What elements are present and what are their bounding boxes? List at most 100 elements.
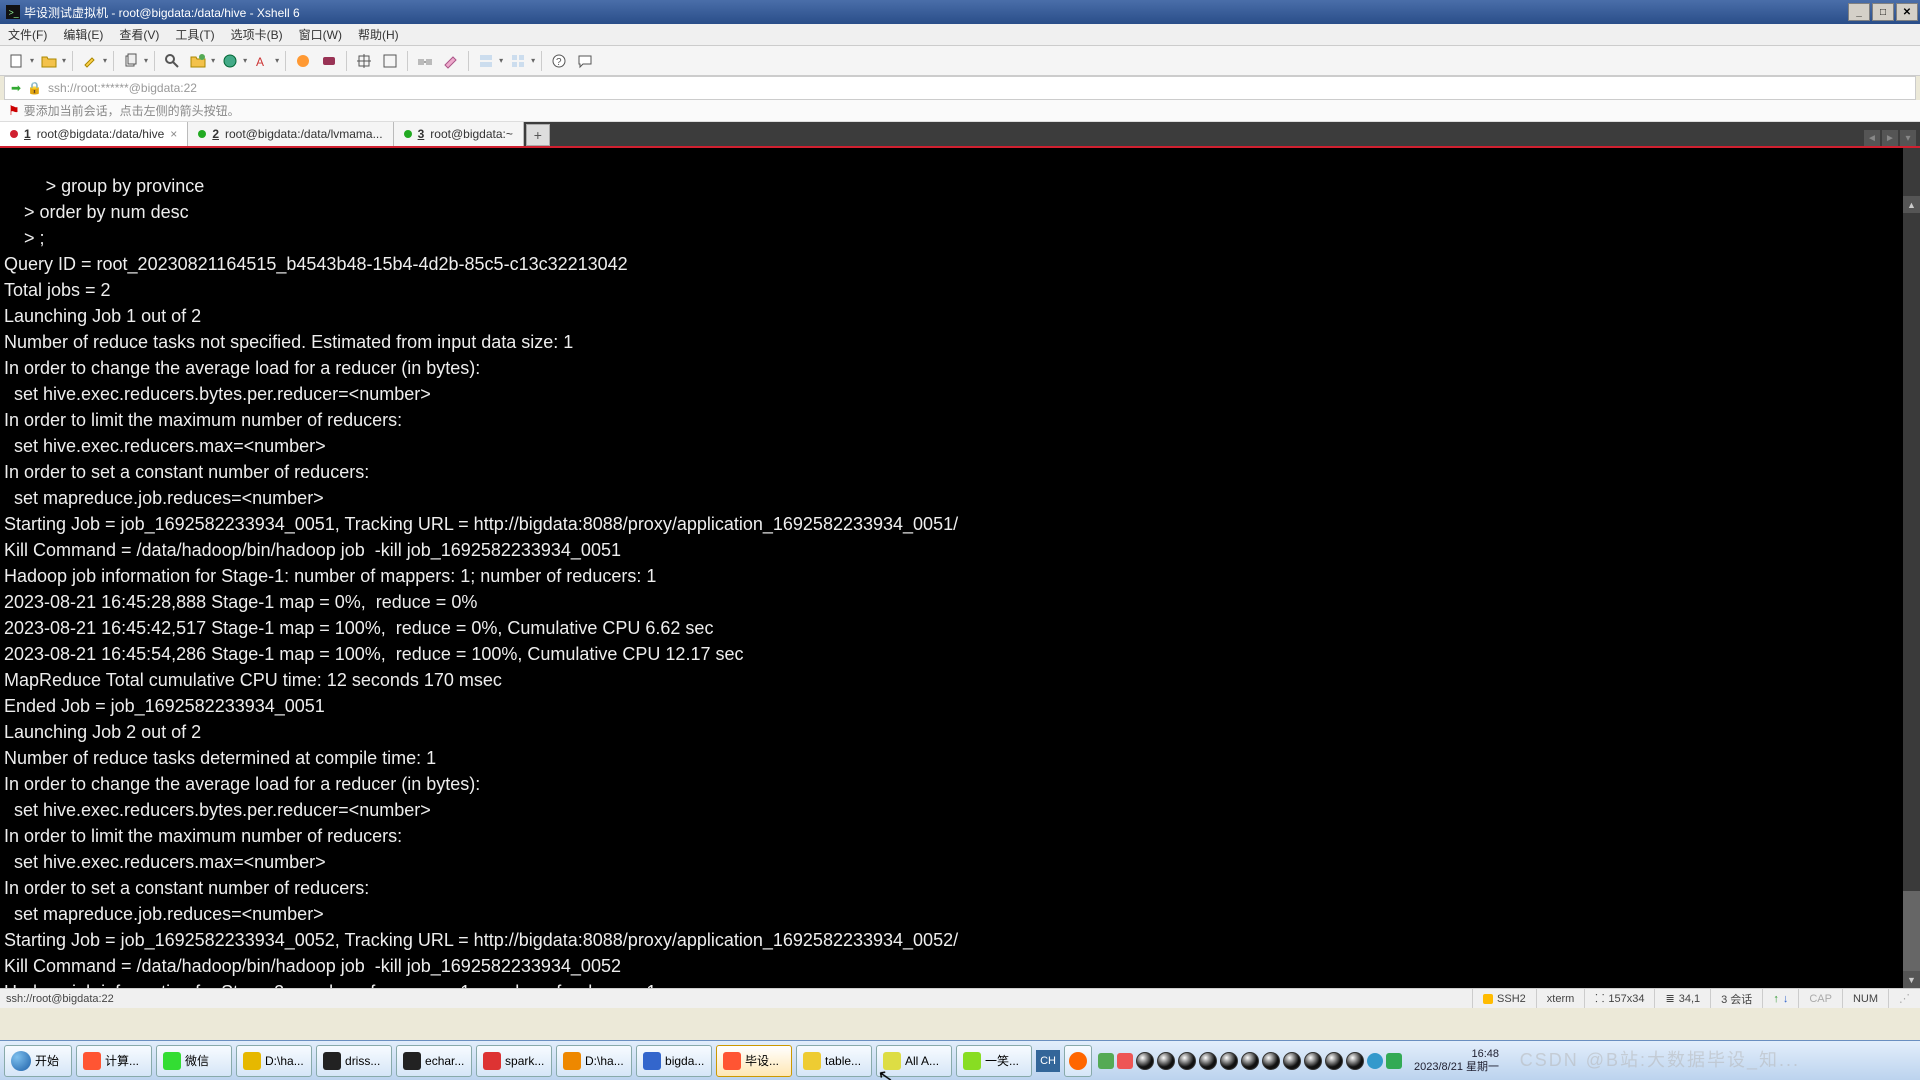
status-ssh: SSH2	[1497, 993, 1526, 1005]
task-icon	[883, 1052, 901, 1070]
app-icon: >_	[6, 5, 20, 19]
resize-grip[interactable]: ⋰	[1888, 989, 1920, 1008]
record-button[interactable]	[318, 50, 340, 72]
taskbar-item[interactable]: 一笑...	[956, 1045, 1032, 1077]
scroll-thumb[interactable]	[1903, 891, 1920, 971]
lock-scroll-button[interactable]	[353, 50, 375, 72]
scrollbar[interactable]: ▲ ▼	[1903, 148, 1920, 988]
task-label: echar...	[425, 1054, 464, 1068]
tab-2[interactable]: 2 root@bigdata:/data/lvmama...	[188, 122, 393, 146]
highlight-button[interactable]	[79, 50, 101, 72]
taskbar-item[interactable]: D:\ha...	[236, 1045, 312, 1077]
tab-label: root@bigdata:/data/hive	[37, 127, 165, 141]
clear-button[interactable]	[440, 50, 462, 72]
transfer-button[interactable]	[414, 50, 436, 72]
lang-indicator[interactable]: CH	[1036, 1050, 1060, 1072]
tab-add-button[interactable]: +	[526, 124, 550, 146]
status-dot-icon	[10, 130, 18, 138]
qq-icon[interactable]	[1304, 1052, 1322, 1070]
taskbar-item[interactable]: echar...	[396, 1045, 472, 1077]
qq-icon[interactable]	[1178, 1052, 1196, 1070]
tile-h-button[interactable]	[475, 50, 497, 72]
tabs-next-button[interactable]: ►	[1882, 130, 1898, 146]
menu-tools[interactable]: 工具(T)	[167, 26, 222, 43]
qq-icon[interactable]	[1262, 1052, 1280, 1070]
xshell-statusbar: ssh://root@bigdata:22 SSH2 xterm ⸬157x34…	[0, 988, 1920, 1008]
tab-1[interactable]: 1 root@bigdata:/data/hive ×	[0, 122, 188, 146]
script-button[interactable]	[292, 50, 314, 72]
tabs-menu-button[interactable]: ▾	[1900, 130, 1916, 146]
qq-icon[interactable]	[1136, 1052, 1154, 1070]
qq-icon[interactable]	[1157, 1052, 1175, 1070]
taskbar-item[interactable]: table...	[796, 1045, 872, 1077]
menu-edit[interactable]: 编辑(E)	[55, 26, 111, 43]
tab-close-icon[interactable]: ×	[170, 127, 177, 141]
close-button[interactable]: ✕	[1896, 3, 1918, 21]
taskbar-item[interactable]: driss...	[316, 1045, 392, 1077]
tray-green-icon[interactable]	[1386, 1053, 1402, 1069]
tab-3[interactable]: 3 root@bigdata:~	[394, 122, 524, 146]
terminal[interactable]: > group by province > order by num desc …	[0, 148, 1920, 988]
search-button[interactable]	[161, 50, 183, 72]
window-title: 毕设测试虚拟机 - root@bigdata:/data/hive - Xshe…	[24, 4, 300, 21]
copy-button[interactable]	[120, 50, 142, 72]
qq-icon[interactable]	[1220, 1052, 1238, 1070]
menu-help[interactable]: 帮助(H)	[350, 26, 407, 43]
task-label: 毕设...	[745, 1052, 779, 1069]
qq-icon[interactable]	[1283, 1052, 1301, 1070]
tab-label: root@bigdata:~	[430, 127, 513, 141]
address-bar[interactable]: ➡ 🔒 ssh://root:******@bigdata:22	[4, 76, 1916, 100]
task-icon	[963, 1052, 981, 1070]
status-num: NUM	[1842, 989, 1888, 1008]
scroll-down-button[interactable]: ▼	[1903, 971, 1920, 988]
task-icon	[403, 1052, 421, 1070]
qq-icon[interactable]	[1199, 1052, 1217, 1070]
open-button[interactable]	[38, 50, 60, 72]
taskbar-item[interactable]: 毕设...	[716, 1045, 792, 1077]
help-button[interactable]: ?	[548, 50, 570, 72]
svg-text:A: A	[256, 55, 264, 69]
chat-button[interactable]	[574, 50, 596, 72]
addr-arrow-icon: ➡	[11, 81, 21, 95]
clock-time: 16:48	[1414, 1048, 1499, 1061]
task-label: spark...	[505, 1054, 544, 1068]
sogou-icon	[1069, 1052, 1087, 1070]
taskbar-item[interactable]: D:\ha...	[556, 1045, 632, 1077]
tab-index: 3	[418, 127, 425, 141]
qq-icon[interactable]	[1325, 1052, 1343, 1070]
tabs-prev-button[interactable]: ◄	[1864, 130, 1880, 146]
taskbar-item[interactable]: spark...	[476, 1045, 552, 1077]
web-button[interactable]	[219, 50, 241, 72]
font-button[interactable]: A	[251, 50, 273, 72]
maximize-button[interactable]: □	[1872, 3, 1894, 21]
size-icon: ⸬	[1595, 991, 1604, 1006]
taskbar-item[interactable]: 计算...	[76, 1045, 152, 1077]
reconnect-button[interactable]	[187, 50, 209, 72]
fullscreen-button[interactable]	[379, 50, 401, 72]
session-tabs: 1 root@bigdata:/data/hive × 2 root@bigda…	[0, 122, 1920, 148]
taskbar-item[interactable]: All A...	[876, 1045, 952, 1077]
tray-app-icon[interactable]	[1117, 1053, 1133, 1069]
tile-grid-button[interactable]	[507, 50, 529, 72]
tray-cloud-icon[interactable]	[1367, 1053, 1383, 1069]
taskbar-clock[interactable]: 16:48 2023/8/21 星期一	[1408, 1048, 1505, 1074]
sogou-button[interactable]	[1064, 1045, 1092, 1077]
scroll-up-button[interactable]: ▲	[1903, 196, 1920, 213]
task-label: 微信	[185, 1052, 209, 1069]
new-button[interactable]	[6, 50, 28, 72]
status-size: 157x34	[1608, 993, 1644, 1005]
minimize-button[interactable]: _	[1848, 3, 1870, 21]
tray-shield-icon[interactable]	[1098, 1053, 1114, 1069]
windows-taskbar: 开始 计算...微信D:\ha...driss...echar...spark.…	[0, 1040, 1920, 1080]
qq-icon[interactable]	[1346, 1052, 1364, 1070]
task-label: bigda...	[665, 1054, 704, 1068]
qq-icon[interactable]	[1241, 1052, 1259, 1070]
menu-tabs[interactable]: 选项卡(B)	[223, 26, 291, 43]
task-icon	[163, 1052, 181, 1070]
taskbar-item[interactable]: bigda...	[636, 1045, 712, 1077]
menu-view[interactable]: 查看(V)	[111, 26, 167, 43]
menu-file[interactable]: 文件(F)	[0, 26, 55, 43]
start-button[interactable]: 开始	[4, 1045, 72, 1077]
taskbar-item[interactable]: 微信	[156, 1045, 232, 1077]
menu-window[interactable]: 窗口(W)	[291, 26, 350, 43]
